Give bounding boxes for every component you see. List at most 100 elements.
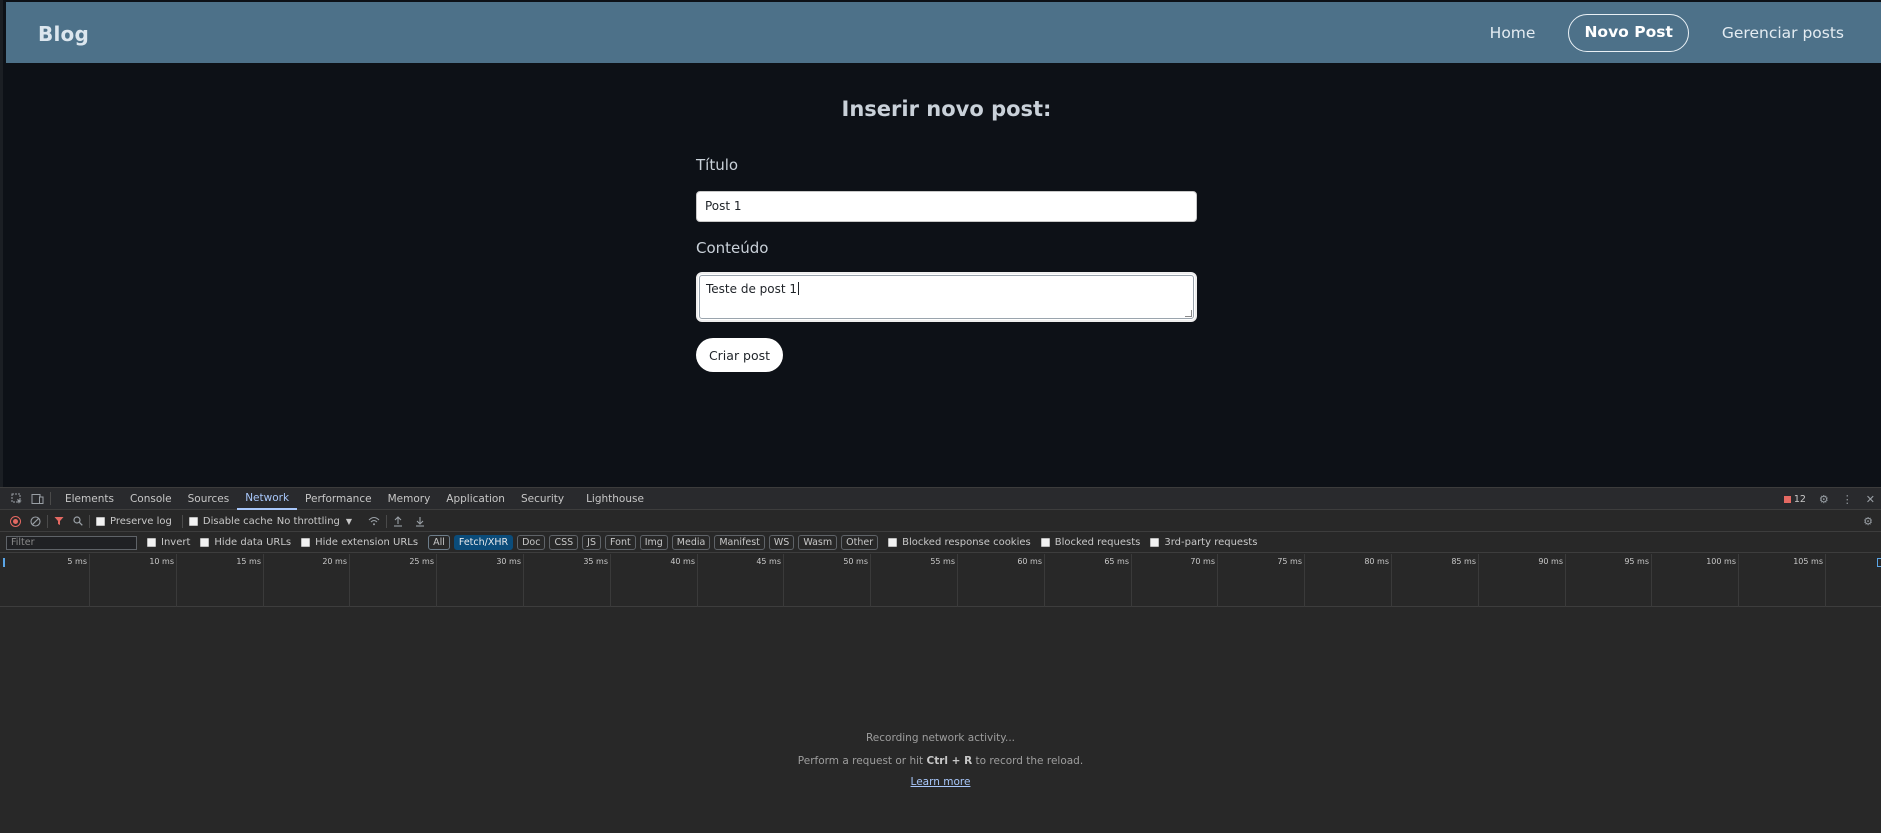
inspect-element-icon[interactable] bbox=[10, 493, 24, 505]
timeline-tick-label: 15 ms bbox=[236, 557, 261, 566]
timeline-tick: 50 ms bbox=[784, 554, 871, 607]
invert-checkbox[interactable]: Invert bbox=[147, 537, 190, 548]
disable-cache-label: Disable cache bbox=[202, 515, 273, 527]
network-timeline-overview[interactable]: 5 ms 10 ms 15 ms 20 ms 25 ms 30 ms 35 ms 40 ms 4… bbox=[0, 554, 1881, 607]
nav-link-gerenciar-posts[interactable]: Gerenciar posts bbox=[1707, 14, 1844, 52]
titulo-value: Post 1 bbox=[705, 199, 742, 213]
nav-link-home[interactable]: Home bbox=[1475, 14, 1551, 52]
timeline-tick-label: 30 ms bbox=[496, 557, 521, 566]
timeline-tick-label: 90 ms bbox=[1538, 557, 1563, 566]
timeline-tick: 25 ms bbox=[350, 554, 437, 607]
checkbox-box bbox=[888, 538, 898, 547]
reload-hint: Perform a request or hit Ctrl + R to rec… bbox=[0, 755, 1881, 767]
issue-flag-icon bbox=[1783, 495, 1791, 503]
checkbox-box bbox=[1040, 538, 1050, 547]
type-filter-font[interactable]: Font bbox=[605, 535, 636, 550]
timeline-tick-label: 95 ms bbox=[1624, 557, 1649, 566]
timeline-tick: 90 ms bbox=[1479, 554, 1566, 607]
timeline-tick: 60 ms bbox=[958, 554, 1045, 607]
hide-data-urls-label: Hide data URLs bbox=[214, 537, 292, 548]
type-filter-ws[interactable]: WS bbox=[768, 535, 795, 550]
tab-security[interactable]: Security bbox=[513, 488, 572, 510]
record-icon[interactable] bbox=[10, 515, 21, 527]
divider bbox=[50, 492, 51, 505]
type-filter-all[interactable]: All bbox=[428, 535, 450, 550]
tab-sources[interactable]: Sources bbox=[180, 488, 238, 510]
timeline-tick-label: 100 ms bbox=[1706, 557, 1736, 566]
brand-logo[interactable]: Blog bbox=[38, 22, 89, 46]
export-har-icon[interactable] bbox=[415, 516, 425, 527]
preserve-log-checkbox[interactable]: Preserve log bbox=[96, 516, 172, 527]
timeline-tick-label: 75 ms bbox=[1277, 557, 1302, 566]
tab-console[interactable]: Console bbox=[122, 488, 180, 510]
hide-extension-urls-checkbox[interactable]: Hide extension URLs bbox=[301, 537, 418, 548]
timeline-tick-label: 10 ms bbox=[149, 557, 174, 566]
type-filter-css[interactable]: CSS bbox=[549, 535, 579, 550]
issues-count: 12 bbox=[1793, 493, 1806, 505]
tab-network[interactable]: Network bbox=[237, 488, 298, 510]
tab-application[interactable]: Application bbox=[438, 488, 513, 510]
nav-link-novo-post[interactable]: Novo Post bbox=[1568, 14, 1689, 52]
timeline-tick: 35 ms bbox=[524, 554, 611, 607]
type-filter-doc[interactable]: Doc bbox=[517, 535, 546, 550]
blocked-requests-label: Blocked requests bbox=[1054, 537, 1141, 548]
divider bbox=[386, 514, 388, 528]
timeline-tick-label: 35 ms bbox=[583, 557, 608, 566]
third-party-requests-checkbox[interactable]: 3rd-party requests bbox=[1150, 537, 1257, 548]
checkbox-box bbox=[188, 516, 198, 526]
timeline-tick: 85 ms bbox=[1392, 554, 1479, 607]
timeline-tick: 10 ms bbox=[90, 554, 177, 607]
checkbox-box bbox=[147, 538, 156, 547]
tab-memory[interactable]: Memory bbox=[380, 488, 439, 510]
more-options-icon[interactable]: ⋮ bbox=[1842, 493, 1853, 506]
devtools-panel: Elements Console Sources Network Perform… bbox=[0, 487, 1881, 833]
tab-performance[interactable]: Performance bbox=[297, 488, 380, 510]
network-settings-gear-icon[interactable]: ⚙ bbox=[1863, 515, 1873, 528]
type-filter-wasm[interactable]: Wasm bbox=[798, 535, 838, 550]
timeline-tick-label: 65 ms bbox=[1104, 557, 1129, 566]
import-har-icon[interactable] bbox=[393, 515, 403, 527]
conteudo-textarea[interactable]: Teste de post 1 bbox=[696, 272, 1197, 322]
device-toolbar-icon[interactable] bbox=[30, 493, 44, 505]
type-filter-other[interactable]: Other bbox=[841, 535, 879, 550]
disable-cache-checkbox[interactable]: Disable cache bbox=[188, 515, 273, 527]
close-icon[interactable]: ✕ bbox=[1866, 493, 1875, 506]
timeline-tick: 5 ms bbox=[3, 554, 90, 607]
type-filter-js[interactable]: JS bbox=[582, 535, 601, 550]
search-icon[interactable] bbox=[73, 516, 83, 526]
tab-lighthouse[interactable]: Lighthouse bbox=[578, 488, 652, 510]
timeline-tick-label: 85 ms bbox=[1451, 557, 1476, 566]
timeline-tick: 45 ms bbox=[697, 554, 784, 607]
titulo-label: Título bbox=[696, 156, 739, 174]
timeline-tick-label: 20 ms bbox=[322, 557, 347, 566]
conteudo-value: Teste de post 1 bbox=[706, 282, 798, 296]
type-filter-img[interactable]: Img bbox=[639, 535, 668, 550]
resize-grip-icon[interactable] bbox=[1185, 310, 1192, 317]
issues-counter[interactable]: 12 bbox=[1783, 493, 1806, 505]
clear-icon[interactable] bbox=[30, 515, 41, 527]
type-filter-fetch-xhr[interactable]: Fetch/XHR bbox=[453, 535, 514, 550]
titulo-input[interactable]: Post 1 bbox=[696, 191, 1197, 222]
type-filter-media[interactable]: Media bbox=[671, 535, 711, 550]
blocked-requests-checkbox[interactable]: Blocked requests bbox=[1040, 537, 1141, 548]
criar-post-button[interactable]: Criar post bbox=[696, 338, 783, 372]
timeline-tick-label: 80 ms bbox=[1364, 557, 1389, 566]
learn-more-link[interactable]: Learn more bbox=[911, 776, 971, 788]
timeline-tick-label: 5 ms bbox=[67, 557, 87, 566]
checkbox-box bbox=[1150, 538, 1160, 547]
hide-data-urls-checkbox[interactable]: Hide data URLs bbox=[200, 537, 291, 548]
recording-message: Recording network activity... bbox=[865, 732, 1016, 744]
reload-hint-prefix: Perform a request or hit bbox=[797, 755, 927, 767]
timeline-end-handle[interactable] bbox=[1877, 558, 1881, 567]
tab-elements[interactable]: Elements bbox=[57, 488, 122, 510]
type-filter-manifest[interactable]: Manifest bbox=[714, 535, 765, 550]
reload-hint-suffix: to record the reload. bbox=[972, 755, 1084, 767]
network-conditions-icon[interactable] bbox=[368, 516, 380, 526]
settings-gear-icon[interactable]: ⚙ bbox=[1819, 493, 1829, 506]
blocked-response-cookies-checkbox[interactable]: Blocked response cookies bbox=[888, 537, 1031, 548]
filter-input[interactable]: Filter bbox=[6, 535, 137, 550]
timeline-tick: 15 ms bbox=[177, 554, 264, 607]
nav-links: Home Novo Post Gerenciar posts bbox=[1475, 14, 1844, 52]
filter-funnel-icon[interactable] bbox=[54, 516, 64, 526]
throttling-select[interactable]: No throttling ▼ bbox=[277, 516, 352, 527]
